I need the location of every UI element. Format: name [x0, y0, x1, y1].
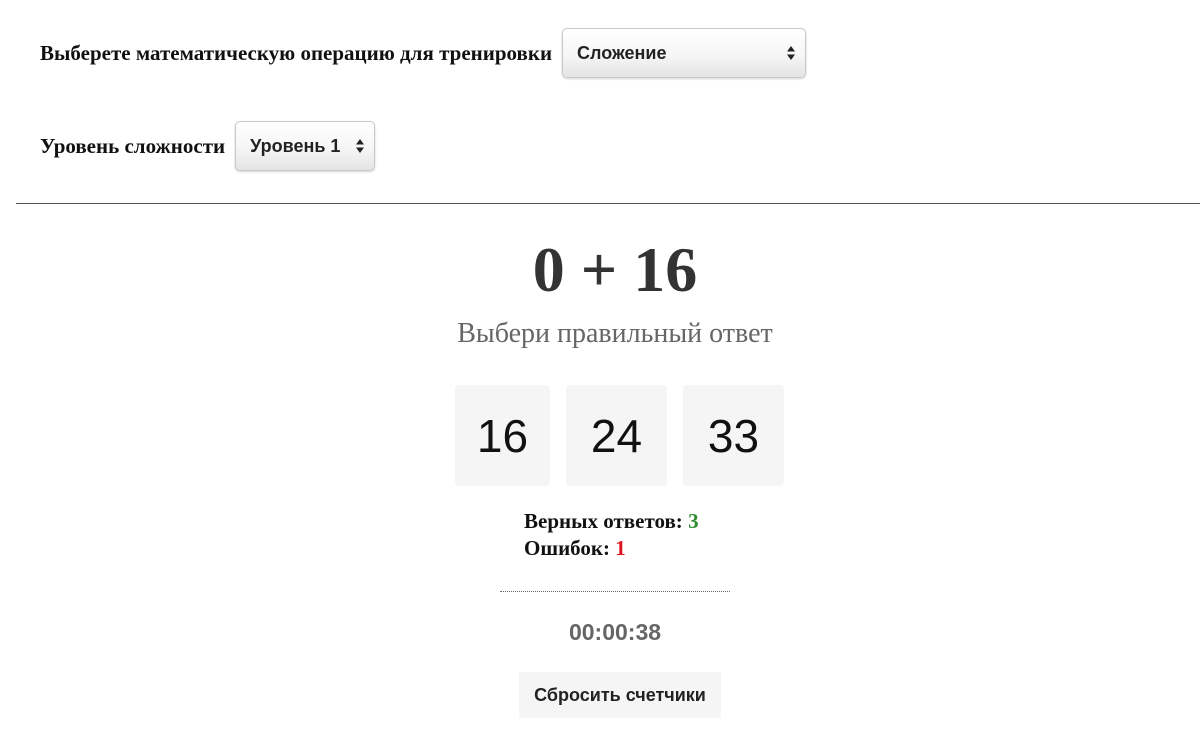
- errors-label: Ошибок:: [524, 536, 610, 560]
- math-expression: 0 + 16: [532, 234, 698, 305]
- reset-counters-button[interactable]: Сбросить счетчики: [519, 672, 721, 718]
- level-label: Уровень сложности: [40, 133, 226, 158]
- up-down-arrows-icon: [787, 46, 796, 60]
- answer-option[interactable]: 24: [566, 385, 667, 486]
- score-stats: Верных ответов: 3 Ошибок: 1: [524, 508, 699, 562]
- operation-row: Выберете математическую операцию для тре…: [40, 28, 807, 78]
- answer-option[interactable]: 16: [455, 385, 550, 486]
- operation-select[interactable]: Сложение: [562, 28, 807, 78]
- elapsed-timer: 00:00:38: [568, 619, 662, 645]
- up-down-arrows-icon: [356, 139, 365, 153]
- answer-prompt: Выбери правильный ответ: [457, 318, 773, 349]
- correct-answers-count: 3: [688, 509, 699, 533]
- level-select-value: Уровень 1: [250, 135, 341, 156]
- operation-label: Выберете математическую операцию для тре…: [40, 40, 553, 65]
- section-divider: [16, 203, 1200, 204]
- correct-answers-line: Верных ответов: 3: [524, 508, 699, 535]
- level-row: Уровень сложности Уровень 1: [40, 121, 376, 171]
- answer-option[interactable]: 33: [683, 385, 784, 486]
- correct-answers-label: Верных ответов:: [524, 509, 683, 533]
- operation-select-value: Сложение: [577, 42, 667, 63]
- level-select[interactable]: Уровень 1: [235, 121, 376, 171]
- dotted-separator: [500, 591, 730, 592]
- errors-line: Ошибок: 1: [524, 535, 699, 562]
- errors-count: 1: [615, 536, 626, 560]
